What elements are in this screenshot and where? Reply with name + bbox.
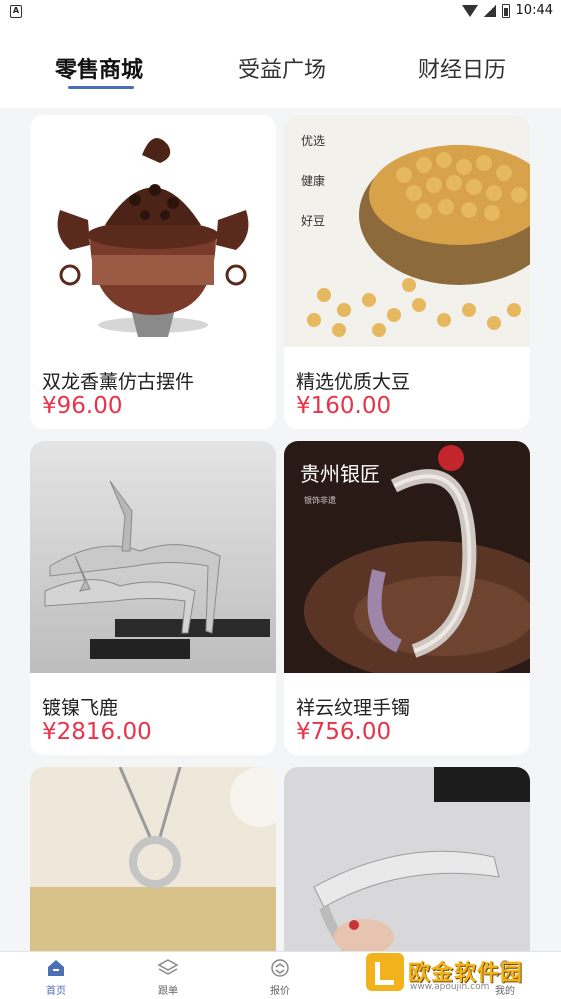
- product-card[interactable]: [284, 767, 530, 967]
- image-caption-2: 健康: [301, 173, 325, 188]
- product-image-bangle: [284, 767, 530, 967]
- product-price: ¥96.00: [42, 393, 123, 419]
- quote-icon: [271, 959, 289, 977]
- watermark-url: www.apoujin.com: [410, 982, 490, 992]
- top-tabs: 零售商城 受益广场 财经日历: [0, 24, 561, 108]
- product-image-incense-burner: [30, 115, 276, 347]
- active-tab-indicator: [68, 86, 134, 89]
- layers-icon: [157, 959, 179, 975]
- product-name: 祥云纹理手镯: [296, 697, 411, 719]
- battery-icon: [501, 3, 510, 18]
- tab-finance-calendar[interactable]: 财经日历: [418, 52, 506, 84]
- status-bar: A 10:44: [0, 0, 561, 24]
- product-price: ¥2816.00: [42, 719, 152, 745]
- product-card[interactable]: 镀镍飞鹿 ¥2816.00: [30, 441, 276, 755]
- notification-icon: A: [10, 5, 22, 18]
- product-card[interactable]: 双龙香薰仿古摆件 ¥96.00: [30, 115, 276, 429]
- tab-benefit-square[interactable]: 受益广场: [238, 52, 326, 84]
- product-card[interactable]: 贵州银匠 银饰非遗 祥云纹理手镯 ¥756.00: [284, 441, 530, 755]
- nav-label: 首页: [46, 986, 66, 997]
- nav-label: 报价: [270, 986, 290, 997]
- product-name: 精选优质大豆: [296, 371, 411, 393]
- image-caption-1: 优选: [301, 134, 325, 148]
- product-image-soybeans: 优选 健康 好豆: [284, 115, 530, 347]
- watermark-logo: [366, 953, 404, 991]
- tab-retail-mall[interactable]: 零售商城: [55, 52, 143, 84]
- product-image-deer-sculpture: [30, 441, 276, 673]
- product-image-bracelet: 贵州银匠 银饰非遗: [284, 441, 530, 673]
- status-time: 10:44: [515, 3, 553, 18]
- product-card[interactable]: [30, 767, 276, 967]
- image-caption-3: 好豆: [301, 214, 325, 228]
- product-name: 镀镍飞鹿: [42, 697, 119, 719]
- home-icon: [48, 960, 64, 976]
- product-price: ¥756.00: [296, 719, 392, 745]
- product-card[interactable]: 优选 健康 好豆 精选优质大豆 ¥160.00: [284, 115, 530, 429]
- image-caption-sub: 银饰非遗: [304, 495, 336, 505]
- status-icons: 10:44: [461, 3, 553, 18]
- nav-follow[interactable]: 跟单: [140, 957, 196, 997]
- nav-label: 跟单: [158, 986, 178, 997]
- signal-icon: [483, 4, 496, 17]
- nav-home[interactable]: 首页: [28, 957, 84, 997]
- product-price: ¥160.00: [296, 393, 392, 419]
- image-caption-brand: 贵州银匠: [300, 462, 380, 486]
- site-watermark: 欧金软件园 www.apoujin.com: [366, 951, 556, 995]
- product-name: 双龙香薰仿古摆件: [42, 371, 195, 393]
- wifi-icon: [461, 4, 478, 17]
- product-image-necklace: [30, 767, 276, 967]
- nav-quote[interactable]: 报价: [252, 957, 308, 997]
